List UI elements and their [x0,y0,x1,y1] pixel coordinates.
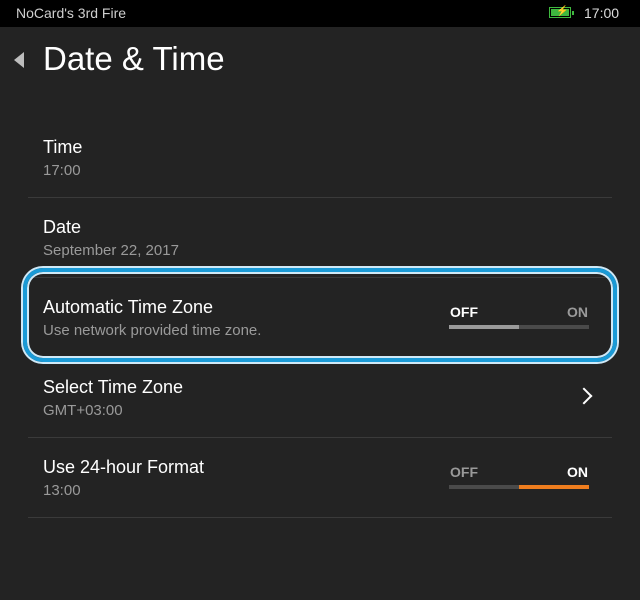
toggle-track[interactable] [449,325,589,329]
setting-select-time-zone-value: GMT+03:00 [43,402,123,419]
toggle-off-label[interactable]: OFF [450,464,478,480]
setting-24-hour-format-title: Use 24-hour Format [43,457,205,477]
setting-24-hour-format[interactable]: Use 24-hour Format 13:00 OFF ON [28,438,612,518]
device-name: NoCard's 3rd Fire [16,5,127,21]
charging-bolt-icon: ⚡ [556,6,569,17]
battery-charging-icon: ⚡ [549,6,574,18]
toggle-off-label[interactable]: OFF [450,304,478,320]
page-header: Date & Time [0,27,640,97]
toggle-track[interactable] [449,485,589,489]
toggle-indicator [519,485,589,489]
setting-automatic-time-zone[interactable]: Automatic Time Zone Use network provided… [28,278,612,358]
settings-list: Time 17:00 Date September 22, 2017 Autom… [28,118,612,518]
chevron-right-icon[interactable] [575,387,593,405]
toggle-on-label[interactable]: ON [567,464,588,480]
toggle-on-label[interactable]: ON [567,304,588,320]
setting-24-hour-format-value: 13:00 [43,482,81,499]
toggle-indicator [449,325,519,329]
setting-time[interactable]: Time 17:00 [28,118,612,198]
setting-select-time-zone-title: Select Time Zone [43,377,184,397]
setting-time-title: Time [43,137,83,157]
setting-select-time-zone[interactable]: Select Time Zone GMT+03:00 [28,358,612,438]
setting-date-value: September 22, 2017 [43,242,179,259]
setting-date-title: Date [43,217,82,237]
24-hour-format-toggle[interactable]: OFF ON [449,464,589,494]
status-bar: NoCard's 3rd Fire ⚡ 17:00 [0,0,640,27]
automatic-time-zone-toggle[interactable]: OFF ON [449,304,589,334]
setting-automatic-time-zone-subtitle: Use network provided time zone. [43,322,262,339]
setting-automatic-time-zone-title: Automatic Time Zone [43,297,214,317]
setting-date[interactable]: Date September 22, 2017 [28,198,612,278]
status-time: 17:00 [584,5,620,21]
setting-time-value: 17:00 [43,162,81,179]
back-arrow-icon[interactable] [14,52,24,68]
page-title: Date & Time [43,40,225,77]
